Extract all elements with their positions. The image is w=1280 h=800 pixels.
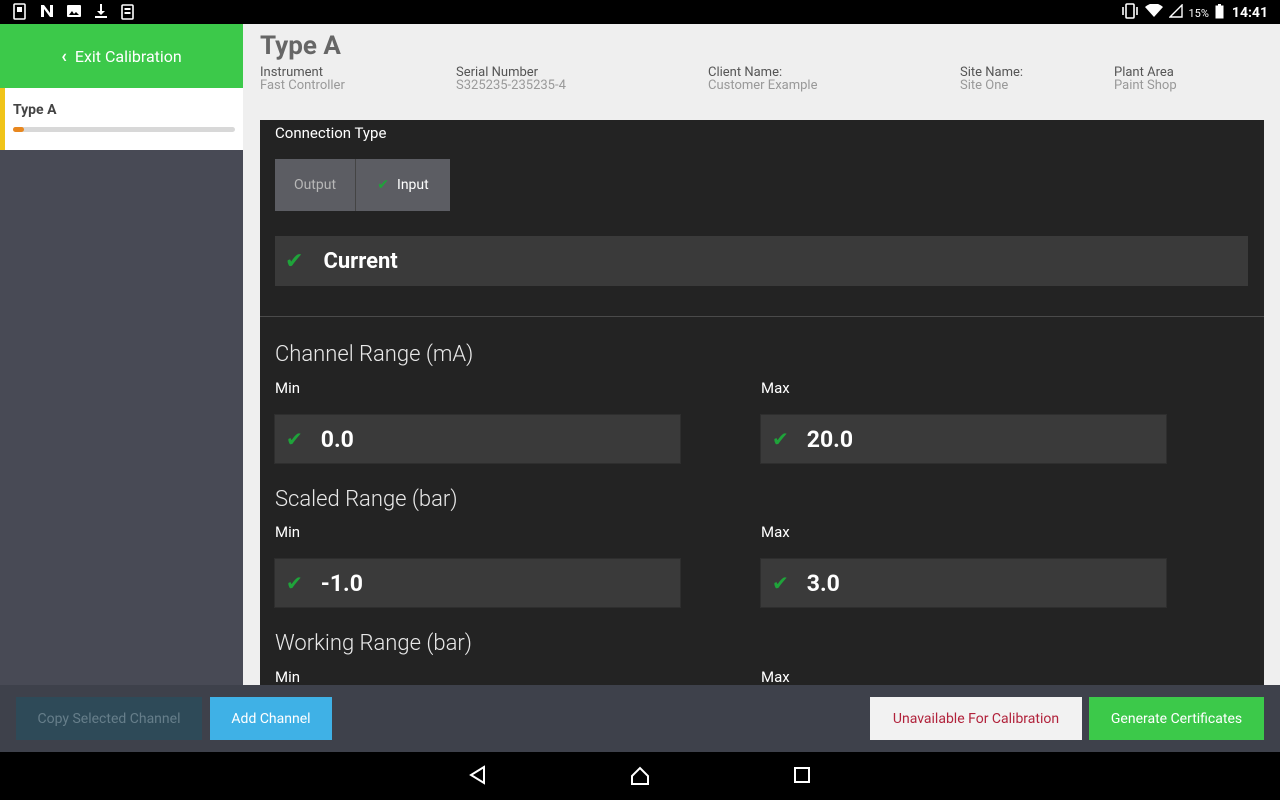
home-icon[interactable] (628, 764, 652, 788)
wifi-icon (1144, 3, 1163, 22)
sidebar-item-channel[interactable]: Type A (0, 88, 243, 150)
client-name-value: Customer Example (708, 78, 818, 93)
signal-type-select[interactable]: ✔ Current (275, 236, 1248, 286)
signal-icon (1167, 3, 1183, 22)
battery-icon (1215, 3, 1224, 23)
connection-type-toggle: Output ✔ Input (275, 159, 450, 211)
battery-percent: 15% (1188, 6, 1209, 20)
scaled-max-input[interactable]: ✔ 3.0 (760, 558, 1167, 608)
recents-icon[interactable] (790, 764, 814, 788)
working-min-label: Min (275, 668, 301, 685)
site-name-field: Site Name: Site One (960, 66, 1023, 93)
scaled-min-label: Min (275, 523, 301, 541)
exit-calibration-button[interactable]: ‹ Exit Calibration (0, 24, 243, 88)
site-name-value: Site One (960, 78, 1009, 93)
plant-area-field: Plant Area Paint Shop (1114, 66, 1177, 93)
channel-min-label: Min (275, 379, 301, 397)
instrument-header: Type A Instrument Fast Controller Serial… (243, 24, 1280, 120)
vibrate-icon (1121, 3, 1139, 23)
generate-certificates-button[interactable]: Generate Certificates (1089, 697, 1264, 740)
channel-config-panel[interactable]: Connection Type Output ✔ Input ✔ Current… (260, 120, 1264, 685)
instrument-field: Instrument Fast Controller (260, 66, 345, 93)
input-option[interactable]: ✔ Input (355, 159, 450, 211)
page-title: Type A (260, 31, 341, 61)
channel-min-value: 0.0 (320, 425, 354, 453)
check-icon: ✔ (772, 427, 789, 451)
channel-range-title: Channel Range (mA) (275, 342, 474, 367)
image-icon (66, 3, 81, 20)
download-icon (93, 3, 108, 20)
sim-icon (12, 3, 27, 20)
scaled-min-value: -1.0 (320, 569, 363, 597)
scaled-range-title: Scaled Range (bar) (275, 487, 458, 512)
check-icon: ✔ (286, 427, 303, 451)
back-icon[interactable] (466, 764, 490, 788)
channel-progress-fill (13, 127, 25, 132)
check-icon: ✔ (377, 177, 390, 193)
exit-calibration-label: Exit Calibration (74, 46, 182, 66)
clock: 14:41 (1231, 5, 1268, 21)
chevron-left-icon: ‹ (61, 45, 67, 67)
clipboard-icon (120, 3, 135, 20)
scaled-min-input[interactable]: ✔ -1.0 (274, 558, 681, 608)
channel-max-input[interactable]: ✔ 20.0 (760, 414, 1167, 464)
check-icon: ✔ (285, 248, 304, 274)
copy-selected-channel-button[interactable]: Copy Selected Channel (16, 697, 202, 740)
unavailable-for-calibration-button[interactable]: Unavailable For Calibration (870, 697, 1082, 740)
scaled-max-value: 3.0 (806, 569, 840, 597)
instrument-value: Fast Controller (260, 78, 345, 93)
channel-progress-bar (13, 127, 235, 132)
status-bar: 15% 14:41 (0, 0, 1280, 24)
check-icon: ✔ (286, 571, 303, 595)
connection-type-title: Connection Type (275, 124, 387, 142)
channel-max-label: Max (761, 379, 790, 397)
signal-type-value: Current (323, 248, 398, 274)
scaled-max-label: Max (761, 523, 790, 541)
add-channel-button[interactable]: Add Channel (210, 697, 332, 740)
check-icon: ✔ (772, 571, 789, 595)
serial-number-field: Serial Number S325235-235235-4 (456, 66, 566, 93)
channel-label: Type A (13, 102, 57, 118)
channel-min-input[interactable]: ✔ 0.0 (274, 414, 681, 464)
action-bar: Copy Selected Channel Add Channel Unavai… (0, 685, 1280, 752)
output-option[interactable]: Output (275, 159, 355, 211)
system-nav-bar (0, 752, 1280, 800)
channel-max-value: 20.0 (806, 425, 854, 453)
working-max-label: Max (761, 668, 790, 685)
main-content: Connection Type Output ✔ Input ✔ Current… (243, 120, 1280, 685)
working-range-title: Working Range (bar) (275, 631, 472, 656)
sidebar: ‹ Exit Calibration Type A (0, 24, 243, 685)
input-option-label: Input (397, 177, 429, 193)
plant-area-value: Paint Shop (1114, 78, 1177, 93)
divider (260, 316, 1264, 317)
client-name-field: Client Name: Customer Example (708, 66, 817, 93)
n-icon (39, 3, 54, 20)
serial-number-value: S325235-235235-4 (456, 78, 566, 93)
output-option-label: Output (293, 177, 337, 193)
